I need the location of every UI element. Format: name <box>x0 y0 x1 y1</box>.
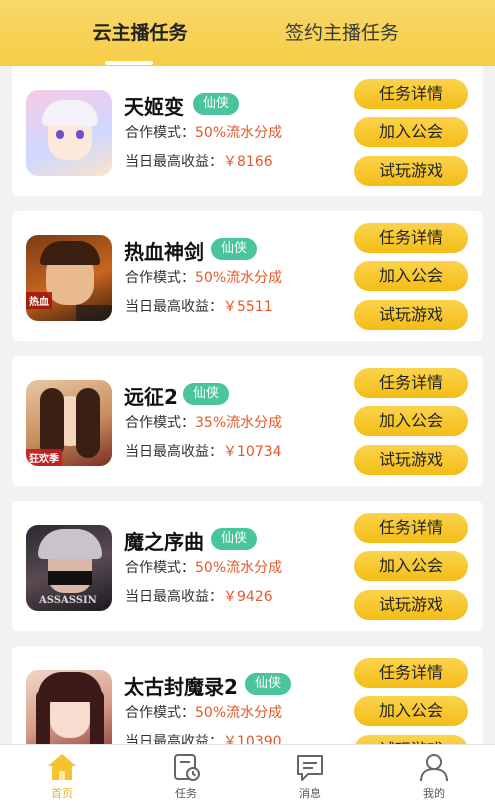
task-details-button[interactable]: 任务详情 <box>354 513 468 543</box>
cooperation-mode-label: 合作模式： <box>125 560 195 576</box>
cooperation-mode: 合作模式：50%流水分成 <box>125 557 282 577</box>
top-tab-bar: 云主播任务 签约主播任务 <box>0 0 495 66</box>
nav-profile[interactable]: 我的 <box>372 745 495 804</box>
cooperation-mode-value: 50%流水分成 <box>195 270 283 286</box>
daily-max-earnings: 当日最高收益：￥10390 <box>125 731 282 744</box>
daily-max-earnings-label: 当日最高收益： <box>125 154 223 170</box>
daily-max-earnings: 当日最高收益：￥8166 <box>125 151 273 171</box>
genre-tag: 仙侠 <box>211 238 258 260</box>
cooperation-mode-value: 50%流水分成 <box>195 125 283 141</box>
active-tab-indicator <box>105 61 153 65</box>
genre-tag: 仙侠 <box>245 673 292 695</box>
nav-messages[interactable]: 消息 <box>248 745 372 804</box>
try-game-button[interactable]: 试玩游戏 <box>354 590 468 620</box>
cooperation-mode: 合作模式：50%流水分成 <box>125 122 282 142</box>
task-details-button[interactable]: 任务详情 <box>354 368 468 398</box>
try-game-button[interactable]: 试玩游戏 <box>354 156 468 186</box>
nav-messages-label: 消息 <box>299 787 321 800</box>
bottom-navigation: 首页 任务 消息 我的 <box>0 744 495 804</box>
nav-home[interactable]: 首页 <box>0 745 124 804</box>
nav-tasks[interactable]: 任务 <box>124 745 248 804</box>
message-icon <box>297 755 323 781</box>
game-card: 狂欢季 远征2 仙侠 合作模式：35%流水分成 当日最高收益：￥10734 任务… <box>12 356 483 486</box>
cooperation-mode: 合作模式：50%流水分成 <box>125 702 282 722</box>
daily-max-earnings-value: ￥10390 <box>223 734 282 744</box>
daily-max-earnings: 当日最高收益：￥9426 <box>125 586 273 606</box>
daily-max-earnings-value: ￥8166 <box>223 154 273 170</box>
daily-max-earnings-label: 当日最高收益： <box>125 444 223 460</box>
game-thumbnail: 热血 <box>26 235 112 321</box>
game-card: 太古封魔录2 仙侠 合作模式：50%流水分成 当日最高收益：￥10390 任务详… <box>12 646 483 744</box>
cooperation-mode: 合作模式：35%流水分成 <box>125 412 282 432</box>
cooperation-mode: 合作模式：50%流水分成 <box>125 267 282 287</box>
join-guild-button[interactable]: 加入公会 <box>354 406 468 436</box>
thumbnail-caption: ASSASSIN <box>39 595 97 606</box>
game-thumbnail: 狂欢季 <box>26 380 112 466</box>
join-guild-button[interactable]: 加入公会 <box>354 696 468 726</box>
thumbnail-caption: 狂欢季 <box>26 449 62 466</box>
game-card: 热血 热血神剑 仙侠 合作模式：50%流水分成 当日最高收益：￥5511 任务详… <box>12 211 483 341</box>
nav-tasks-label: 任务 <box>175 787 197 800</box>
tab-cloud-streamer-tasks[interactable]: 云主播任务 <box>80 0 200 66</box>
game-name: 魔之序曲 <box>124 530 204 554</box>
daily-max-earnings-label: 当日最高收益： <box>125 734 223 744</box>
cooperation-mode-label: 合作模式： <box>125 125 195 141</box>
game-thumbnail: ASSASSIN <box>26 525 112 611</box>
try-game-button[interactable]: 试玩游戏 <box>354 445 468 475</box>
genre-tag: 仙侠 <box>183 383 230 405</box>
home-icon <box>48 754 76 780</box>
cooperation-mode-label: 合作模式： <box>125 415 195 431</box>
cooperation-mode-value: 50%流水分成 <box>195 560 283 576</box>
cooperation-mode-label: 合作模式： <box>125 270 195 286</box>
join-guild-button[interactable]: 加入公会 <box>354 261 468 291</box>
user-icon <box>420 754 448 782</box>
daily-max-earnings-value: ￥9426 <box>223 589 273 605</box>
game-card: ASSASSIN 魔之序曲 仙侠 合作模式：50%流水分成 当日最高收益：￥94… <box>12 501 483 631</box>
daily-max-earnings-label: 当日最高收益： <box>125 589 223 605</box>
game-name: 天姬变 <box>124 95 184 119</box>
thumbnail-caption: 热血 <box>26 292 52 309</box>
game-name: 远征2 <box>124 385 178 409</box>
daily-max-earnings: 当日最高收益：￥10734 <box>125 441 282 461</box>
task-details-button[interactable]: 任务详情 <box>354 79 468 109</box>
daily-max-earnings-value: ￥5511 <box>223 299 273 315</box>
cooperation-mode-label: 合作模式： <box>125 705 195 721</box>
try-game-button[interactable]: 试玩游戏 <box>354 300 468 330</box>
tab-contracted-streamer-tasks[interactable]: 签约主播任务 <box>272 0 412 66</box>
game-name: 太古封魔录2 <box>124 675 238 699</box>
try-game-button[interactable]: 试玩游戏 <box>354 735 468 744</box>
game-thumbnail <box>26 90 112 176</box>
task-details-button[interactable]: 任务详情 <box>354 658 468 688</box>
task-details-button[interactable]: 任务详情 <box>354 223 468 253</box>
cooperation-mode-value: 35%流水分成 <box>195 415 283 431</box>
join-guild-button[interactable]: 加入公会 <box>354 117 468 147</box>
nav-home-label: 首页 <box>51 787 73 800</box>
game-card: 天姬变 仙侠 合作模式：50%流水分成 当日最高收益：￥8166 任务详情 加入… <box>12 66 483 196</box>
daily-max-earnings-label: 当日最高收益： <box>125 299 223 315</box>
cooperation-mode-value: 50%流水分成 <box>195 705 283 721</box>
daily-max-earnings-value: ￥10734 <box>223 444 282 460</box>
join-guild-button[interactable]: 加入公会 <box>354 551 468 581</box>
daily-max-earnings: 当日最高收益：￥5511 <box>125 296 273 316</box>
game-thumbnail <box>26 670 112 744</box>
genre-tag: 仙侠 <box>193 93 240 115</box>
genre-tag: 仙侠 <box>211 528 258 550</box>
task-list[interactable]: 天姬变 仙侠 合作模式：50%流水分成 当日最高收益：￥8166 任务详情 加入… <box>0 66 495 744</box>
nav-profile-label: 我的 <box>423 787 445 800</box>
task-icon <box>174 754 200 781</box>
game-name: 热血神剑 <box>124 240 204 264</box>
